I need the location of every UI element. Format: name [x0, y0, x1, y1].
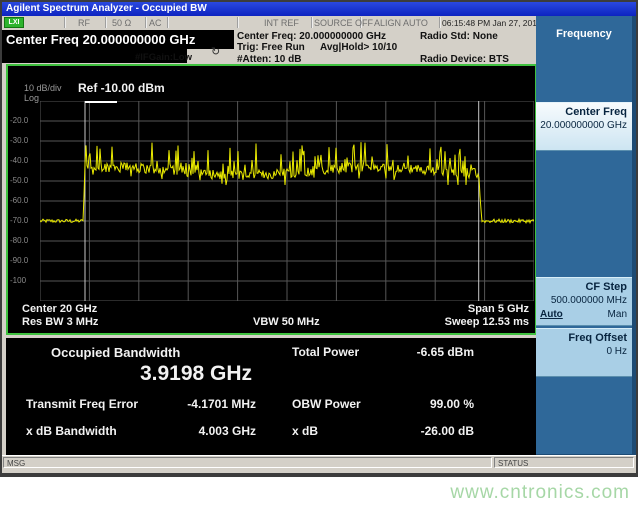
- coupling-indicator: AC: [149, 18, 162, 28]
- obw-title: Occupied Bandwidth: [51, 345, 180, 360]
- continuous-sweep-icon: ↻: [211, 45, 220, 58]
- divider: [105, 17, 107, 28]
- xdb-bw-label: x dB Bandwidth: [26, 424, 117, 438]
- obw-results-panel: Occupied Bandwidth 3.9198 GHz Total Powe…: [6, 338, 537, 455]
- softkey-label: Freq Offset: [540, 332, 627, 344]
- y-axis-label: -50.0: [10, 176, 39, 185]
- graticule-grid: [40, 101, 534, 301]
- softkey-label: Center Freq: [540, 106, 627, 118]
- y-axis-label: -80.0: [10, 236, 39, 245]
- rf-indicator: RF: [78, 18, 90, 28]
- total-power-label: Total Power: [292, 345, 359, 359]
- y-axis-label: -40.0: [10, 156, 39, 165]
- active-function-display: Center Freq 20.000000000 GHz: [2, 30, 234, 49]
- vbw-annotation: VBW 50 MHz: [253, 316, 320, 328]
- avg-hold-readout: Avg|Hold> 10/10: [320, 42, 397, 53]
- datetime: 06:15:48 PM Jan 27, 2015: [442, 18, 542, 28]
- y-axis-label: -90.0: [10, 256, 39, 265]
- divider: [311, 17, 313, 28]
- softkey-cf-step[interactable]: CF Step 500.000000 MHz Auto Man: [536, 277, 632, 326]
- impedance-indicator: 50 Ω: [112, 18, 131, 28]
- if-gain-label: #IFGain:Low: [135, 52, 192, 63]
- softkey-panel: Frequency Center Freq 20.000000000 GHz C…: [536, 16, 636, 457]
- xdb-label: x dB: [292, 424, 318, 438]
- status-panel: STATUS: [494, 457, 634, 468]
- analyzer-window: Agilent Spectrum Analyzer - Occupied BW …: [0, 0, 638, 477]
- divider: [237, 17, 239, 28]
- divider: [145, 17, 147, 28]
- auto-option[interactable]: Auto: [540, 309, 563, 320]
- obw-power-label: OBW Power: [292, 397, 361, 411]
- radio-std-readout: Radio Std: None: [420, 31, 498, 42]
- softkey-value: 500.000000 MHz: [540, 295, 627, 306]
- ref-level-label: Ref -10.00 dBm: [78, 81, 165, 95]
- softkey-center-freq[interactable]: Center Freq 20.000000000 GHz: [536, 102, 632, 151]
- divider: [439, 17, 441, 28]
- status-strip: LXI RF 50 Ω AC INT REF SOURCE OFF ALIGN …: [2, 16, 536, 29]
- source-indicator: SOURCE OFF: [314, 18, 373, 28]
- xdb-value: -26.00 dB: [386, 424, 474, 438]
- tfe-value: -4.1701 MHz: [126, 397, 256, 411]
- obw-power-value: 99.00 %: [386, 397, 474, 411]
- softkey-value: 20.000000000 GHz: [540, 120, 627, 131]
- softkey-label: CF Step: [540, 281, 627, 293]
- sweep-annotation: Sweep 12.53 ms: [445, 316, 529, 328]
- center-freq-annotation: Center 20 GHz: [22, 303, 97, 315]
- status-bar: MSG STATUS: [2, 455, 636, 470]
- spectrum-display: 10 dB/div Log Ref -10.00 dBm -20.0 -30.0 -…: [6, 64, 537, 335]
- watermark-text: www.cntronics.com: [450, 482, 630, 504]
- msg-panel: MSG: [3, 457, 492, 468]
- y-axis-label: -70.0: [10, 216, 39, 225]
- measurement-bar: Center Freq 20.000000000 GHz #IFGain:Low…: [2, 29, 536, 66]
- span-annotation: Span 5 GHz: [468, 303, 529, 315]
- center-freq-readout: Center Freq: 20.000000000 GHz: [237, 31, 386, 42]
- int-ref-indicator: INT REF: [264, 18, 299, 28]
- y-axis-label: -20.0: [10, 116, 39, 125]
- softkey-freq-offset[interactable]: Freq Offset 0 Hz: [536, 328, 632, 377]
- lxi-indicator: LXI: [4, 17, 24, 28]
- y-axis-label: -30.0: [10, 136, 39, 145]
- tfe-label: Transmit Freq Error: [26, 397, 138, 411]
- divider: [64, 17, 66, 28]
- scale-type-label: Log: [24, 93, 39, 103]
- rbw-annotation: Res BW 3 MHz: [22, 316, 98, 328]
- align-indicator: ALIGN AUTO: [374, 18, 428, 28]
- obw-value: 3.9198 GHz: [66, 362, 326, 386]
- title-bar: Agilent Spectrum Analyzer - Occupied BW: [2, 2, 636, 16]
- man-option[interactable]: Man: [608, 309, 627, 320]
- scale-label: 10 dB/div: [24, 83, 62, 93]
- softkey-value: 0 Hz: [540, 346, 627, 357]
- y-axis-label: -60.0: [10, 196, 39, 205]
- y-axis-label: -100: [10, 276, 39, 285]
- trigger-readout: Trig: Free Run: [237, 42, 305, 53]
- softkey-menu-title: Frequency: [536, 28, 632, 40]
- divider: [167, 17, 169, 28]
- window-title: Agilent Spectrum Analyzer - Occupied BW: [6, 3, 207, 14]
- total-power-value: -6.65 dBm: [386, 345, 474, 359]
- xdb-bw-value: 4.003 GHz: [126, 424, 256, 438]
